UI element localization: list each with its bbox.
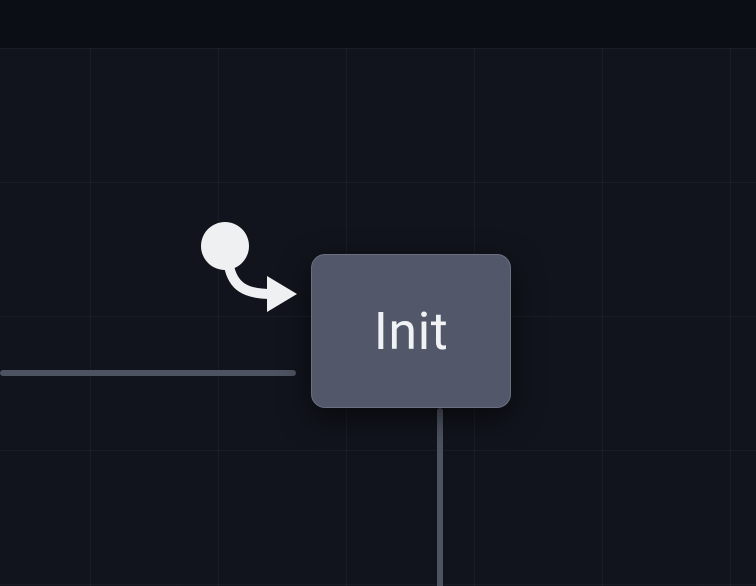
initial-state-icon	[195, 218, 305, 318]
state-machine-canvas[interactable]: Init	[0, 48, 756, 586]
state-node-label: Init	[374, 301, 449, 362]
state-node-init[interactable]: Init	[311, 254, 511, 408]
editor-top-strip	[0, 0, 756, 48]
transition-edge-down[interactable]	[437, 408, 443, 586]
transition-edge-left[interactable]	[0, 370, 296, 376]
